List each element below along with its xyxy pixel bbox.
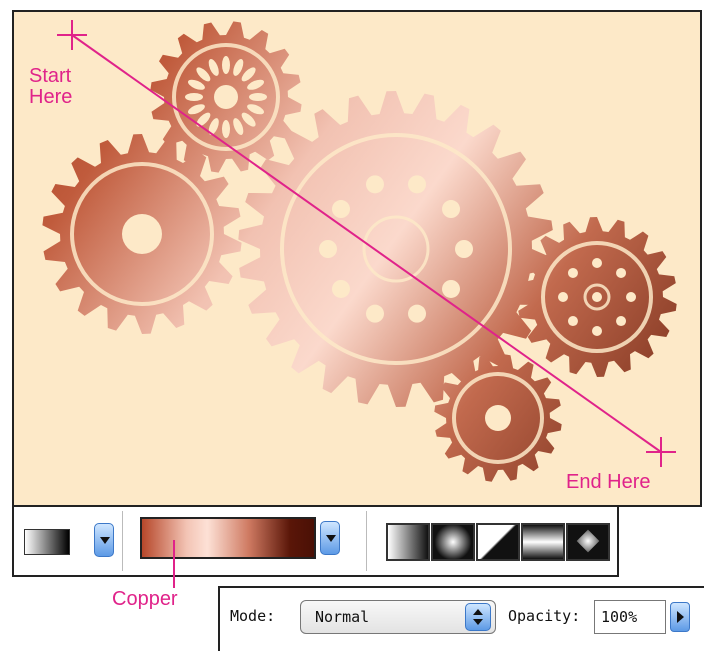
divider (122, 511, 123, 571)
divider (366, 511, 367, 571)
mode-stepper-icon[interactable] (465, 603, 491, 631)
gradient-dropdown-arrow-icon[interactable] (94, 523, 114, 557)
copper-gradient-swatch[interactable] (140, 517, 316, 559)
start-crosshair-icon (57, 20, 87, 50)
gradient-options-bar (12, 507, 619, 577)
opacity-input[interactable]: 100% (594, 600, 666, 634)
copper-label: Copper (112, 588, 178, 610)
gradient-editor[interactable] (140, 517, 360, 563)
mode-select[interactable]: Normal (300, 600, 496, 634)
opacity-slider-arrow-icon[interactable] (670, 602, 690, 632)
opacity-label: Opacity: (508, 607, 581, 625)
gradient-style-buttons (386, 523, 611, 561)
image-canvas[interactable]: Start Here End Here (12, 10, 702, 507)
gradient-swatch[interactable] (24, 529, 70, 555)
radial-gradient-icon[interactable] (431, 523, 475, 561)
gears-artwork (42, 20, 677, 482)
end-label: End Here (566, 471, 651, 493)
diamond-gradient-icon[interactable] (566, 523, 610, 561)
opacity-value: 100% (601, 608, 638, 626)
gradient-picker-arrow-icon[interactable] (320, 521, 340, 555)
gradient-preset-button[interactable] (24, 523, 114, 561)
blend-options-bar: Mode: Normal Opacity: 100% (218, 586, 704, 651)
right-gear (517, 217, 677, 377)
mode-label: Mode: (230, 607, 276, 625)
end-crosshair-icon (646, 437, 676, 467)
mode-value: Normal (315, 608, 370, 626)
angle-gradient-icon[interactable] (476, 523, 520, 561)
reflected-gradient-icon[interactable] (521, 523, 565, 561)
linear-gradient-icon[interactable] (386, 523, 430, 561)
start-label: Start Here (29, 65, 73, 108)
